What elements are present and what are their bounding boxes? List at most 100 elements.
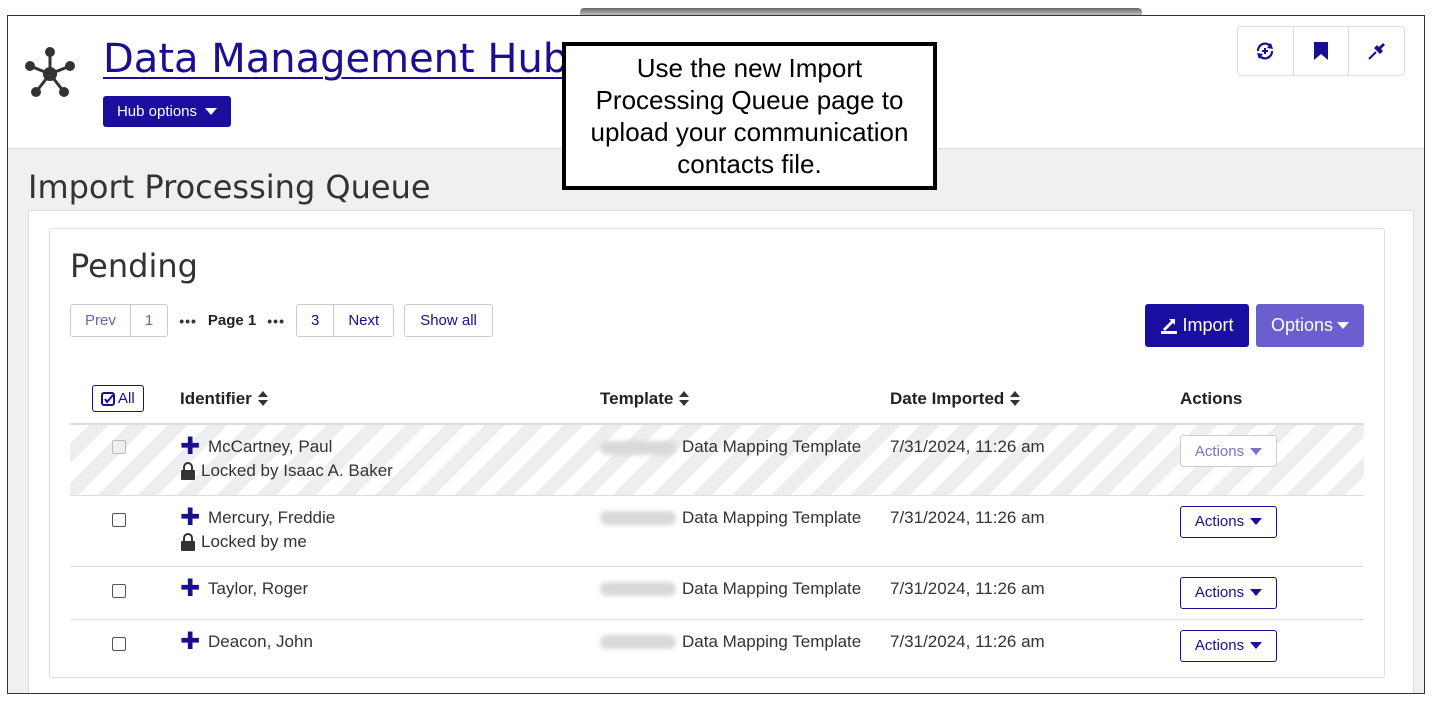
identifier-header-label: Identifier xyxy=(180,388,252,408)
template-column-header[interactable]: Template xyxy=(600,374,890,425)
select-all-header: All xyxy=(70,374,180,425)
identifier-text: Deacon, John xyxy=(208,631,313,651)
row-actions-label: Actions xyxy=(1194,442,1245,460)
section-title: Pending xyxy=(70,247,198,285)
plus-icon[interactable]: ✚ xyxy=(180,629,200,654)
show-all-button[interactable]: Show all xyxy=(404,304,493,337)
redacted-name xyxy=(600,511,676,526)
row-actions-label: Actions xyxy=(1194,637,1245,654)
bookmark-button[interactable] xyxy=(1294,27,1350,75)
redacted-name xyxy=(600,635,676,650)
check-square-icon xyxy=(101,391,115,406)
caret-down-icon xyxy=(1250,518,1263,525)
queue-panel: Pending Prev 1 ••• Page 1 ••• 3 Next Sho… xyxy=(28,210,1414,693)
row-actions-label: Actions xyxy=(1194,513,1245,530)
identifier-text: Taylor, Roger xyxy=(208,578,309,598)
date-cell: 7/31/2024, 11:26 am xyxy=(890,566,1180,620)
pager-ellipsis: ••• xyxy=(267,312,285,329)
date-text: 7/31/2024, 11:26 am xyxy=(890,578,1045,598)
redacted-name xyxy=(600,440,676,455)
actions-cell: Actions xyxy=(1180,424,1364,496)
lock-status-text: Locked by me xyxy=(201,531,307,551)
caret-down-icon xyxy=(205,108,218,115)
table-row: ✚ McCartney, Paul Locked by Isaac A. Bake… xyxy=(70,424,1364,496)
page-1-button[interactable]: 1 xyxy=(131,305,167,336)
pager-left-group: Prev 1 xyxy=(70,304,169,337)
callout-annotation: Use the new Import Processing Queue page… xyxy=(562,42,937,190)
template-header-label: Template xyxy=(600,388,674,408)
pin-button[interactable] xyxy=(1349,27,1404,75)
pin-icon xyxy=(1367,43,1385,60)
caret-down-icon xyxy=(1337,322,1350,329)
caret-down-icon xyxy=(1250,589,1263,596)
row-checkbox[interactable] xyxy=(112,636,126,651)
page-3-button[interactable]: 3 xyxy=(297,305,335,336)
row-actions-button[interactable]: Actions xyxy=(1180,505,1277,538)
date-cell: 7/31/2024, 11:26 am xyxy=(890,495,1180,567)
header-icon-group xyxy=(1237,26,1405,76)
redacted-name xyxy=(600,582,676,597)
sort-icon xyxy=(679,391,690,407)
import-button[interactable]: Import xyxy=(1145,304,1249,347)
row-checkbox[interactable] xyxy=(112,512,126,527)
options-button[interactable]: Options xyxy=(1256,304,1364,347)
row-actions-button[interactable]: Actions xyxy=(1180,629,1277,662)
plus-icon[interactable]: ✚ xyxy=(180,435,200,459)
pending-table: All Identifier Template Date Imported Ac… xyxy=(70,374,1364,672)
identifier-text: McCartney, Paul xyxy=(208,437,333,456)
row-checkbox[interactable] xyxy=(112,440,126,454)
identifier-cell: ✚ McCartney, Paul Locked by Isaac A. Bake… xyxy=(180,424,600,496)
identifier-column-header[interactable]: Identifier xyxy=(180,374,600,425)
lock-icon xyxy=(181,462,195,480)
row-select-cell xyxy=(70,619,180,672)
actions-cell: Actions xyxy=(1180,619,1364,672)
pager-ellipsis: ••• xyxy=(179,312,197,329)
row-actions-button[interactable]: Actions xyxy=(1180,576,1277,609)
row-select-cell xyxy=(70,495,180,567)
date-cell: 7/31/2024, 11:26 am xyxy=(890,619,1180,672)
date-text: 7/31/2024, 11:26 am xyxy=(890,631,1045,651)
page-title: Import Processing Queue xyxy=(28,168,431,206)
identifier-cell: ✚ Mercury, Freddie Locked by me xyxy=(180,495,600,567)
hub-options-label: Hub options xyxy=(116,103,198,120)
plus-icon[interactable]: ✚ xyxy=(180,505,200,530)
template-text: Data Mapping Template xyxy=(682,631,862,651)
row-select-cell xyxy=(70,566,180,620)
select-all-button[interactable]: All xyxy=(92,385,144,412)
row-select-cell xyxy=(70,424,180,496)
template-text: Data Mapping Template xyxy=(682,578,862,598)
pager-right-group: 3 Next xyxy=(296,304,395,337)
hub-network-icon xyxy=(25,47,75,97)
import-icon xyxy=(1161,318,1178,334)
lock-status-text: Locked by Isaac A. Baker xyxy=(201,461,393,480)
current-page-label: Page 1 xyxy=(207,312,257,329)
row-actions-button[interactable]: Actions xyxy=(1180,435,1277,467)
prev-page-button[interactable]: Prev xyxy=(71,305,131,336)
hub-title-link[interactable]: Data Management Hub xyxy=(103,36,568,82)
date-text: 7/31/2024, 11:26 am xyxy=(890,437,1045,456)
date-header-label: Date Imported xyxy=(890,388,1005,408)
sync-button[interactable] xyxy=(1238,27,1294,75)
date-imported-column-header[interactable]: Date Imported xyxy=(890,374,1180,425)
identifier-text: Mercury, Freddie xyxy=(208,507,336,527)
plus-icon[interactable]: ✚ xyxy=(180,576,200,601)
template-text: Data Mapping Template xyxy=(682,507,862,527)
row-checkbox[interactable] xyxy=(112,583,126,598)
template-cell: Data Mapping Template xyxy=(600,566,890,620)
import-label: Import xyxy=(1182,315,1234,335)
hub-options-button[interactable]: Hub options xyxy=(103,96,231,127)
next-page-button[interactable]: Next xyxy=(334,305,393,336)
caret-down-icon xyxy=(1250,447,1263,455)
date-cell: 7/31/2024, 11:26 am xyxy=(890,424,1180,496)
template-cell: Data Mapping Template xyxy=(600,424,890,496)
template-text: Data Mapping Template xyxy=(682,437,862,456)
date-text: 7/31/2024, 11:26 am xyxy=(890,507,1045,527)
pending-panel: Pending Prev 1 ••• Page 1 ••• 3 Next Sho… xyxy=(49,228,1385,678)
select-all-label: All xyxy=(118,390,135,407)
bookmark-icon xyxy=(1314,42,1328,60)
table-row: ✚ Mercury, Freddie Locked by me Data Mapp… xyxy=(70,495,1364,567)
identifier-cell: ✚ Deacon, John xyxy=(180,619,600,672)
table-row: ✚ Deacon, John Data Mapping Template 7/31… xyxy=(70,619,1364,672)
lock-icon xyxy=(181,532,195,551)
sync-icon xyxy=(1257,42,1274,60)
